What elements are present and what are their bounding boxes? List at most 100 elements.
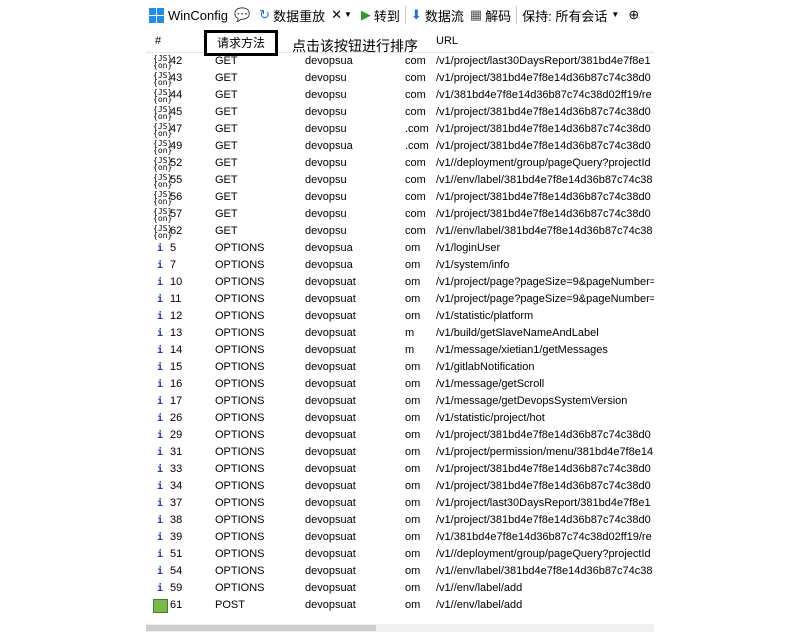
row-number: 52 (170, 157, 183, 169)
row-method: OPTIONS (215, 497, 265, 509)
session-row[interactable]: i 54 OPTIONS devopsuat om/v1//env/label/381b… (146, 563, 654, 580)
session-row[interactable]: i 14 OPTIONS devopsuat m/v1/message/xietian1… (146, 342, 654, 359)
row-number: 13 (170, 327, 183, 339)
row-method: GET (215, 106, 238, 118)
row-method: OPTIONS (215, 259, 265, 271)
row-number: 15 (170, 361, 183, 373)
decode-button[interactable]: ▦ 解码 (467, 4, 514, 26)
row-host-domain: .com (405, 123, 429, 135)
session-row[interactable]: {JS} {on} 43 GET devopsu com/v1/project/381bd… (146, 70, 654, 87)
row-number: 17 (170, 395, 183, 407)
info-icon: i (156, 396, 164, 407)
info-icon: i (156, 379, 164, 390)
session-row[interactable]: i 26 OPTIONS devopsuat om/v1/statistic/proje… (146, 410, 654, 427)
row-url: /v1/project/381bd4e7f8e14d36b87c74c38d0 (436, 480, 651, 492)
replay-label: 数据重放 (273, 8, 326, 24)
row-host-domain: om (405, 378, 421, 390)
json-icon: {JS} {on} (153, 122, 173, 138)
session-row[interactable]: i 34 OPTIONS devopsuat om/v1/project/381bd4e… (146, 478, 654, 495)
row-number: 34 (170, 480, 183, 492)
row-host: devopsua (305, 259, 353, 271)
row-host: devopsua (305, 242, 353, 254)
row-host-domain: om (405, 599, 421, 611)
session-row[interactable]: {JS} {on} 45 GET devopsu com/v1/project/381bd… (146, 104, 654, 121)
info-icon: i (156, 345, 164, 356)
session-row[interactable]: i 29 OPTIONS devopsuat om/v1/project/381bd4e… (146, 427, 654, 444)
row-host: devopsuat (305, 344, 356, 356)
session-row[interactable]: i 39 OPTIONS devopsuat om/v1/381bd4e7f8e14d3… (146, 529, 654, 546)
row-host: devopsuat (305, 480, 356, 492)
session-row[interactable]: {JS} {on} 55 GET devopsu com/v1//env/label/38… (146, 172, 654, 189)
column-header-url[interactable]: URL (436, 30, 458, 52)
post-request-icon (153, 599, 168, 613)
scrollbar-thumb[interactable] (146, 625, 376, 631)
session-row[interactable]: i 33 OPTIONS devopsuat om/v1/project/381bd4e… (146, 461, 654, 478)
row-url: /v1/gitlabNotification (436, 361, 535, 373)
row-url: /v1/project/381bd4e7f8e14d36b87c74c38d0 (436, 191, 651, 203)
row-host-domain: om (405, 310, 421, 322)
row-host: devopsuat (305, 463, 356, 475)
session-row[interactable]: {JS} {on} 56 GET devopsu com/v1/project/381bd… (146, 189, 654, 206)
session-row[interactable]: {JS} {on} 52 GET devopsu com/v1//deployment/g… (146, 155, 654, 172)
stream-button[interactable]: ⬇ 数据流 (408, 4, 467, 26)
session-row[interactable]: i 13 OPTIONS devopsuat m/v1/build/getSlaveNa… (146, 325, 654, 342)
session-row[interactable]: i 37 OPTIONS devopsuat om/v1/project/last30D… (146, 495, 654, 512)
row-host-domain: om (405, 361, 421, 373)
session-row[interactable]: i 51 OPTIONS devopsuat om/v1//deployment/gro… (146, 546, 654, 563)
session-row[interactable]: i 5 OPTIONS devopsua om/v1/loginUser (146, 240, 654, 257)
column-header-method[interactable]: 请求方法 (204, 30, 278, 56)
info-icon: i (156, 549, 164, 560)
remove-button[interactable]: ✕ ▼ (328, 4, 358, 26)
goto-button[interactable]: ▶ 转到 (358, 4, 403, 26)
row-method: OPTIONS (215, 565, 265, 577)
session-row[interactable]: i 16 OPTIONS devopsuat om/v1/message/getScro… (146, 376, 654, 393)
stream-label: 数据流 (424, 8, 464, 24)
session-row[interactable]: i 12 OPTIONS devopsuat om/v1/statistic/platf… (146, 308, 654, 325)
row-url: /v1/project/381bd4e7f8e14d36b87c74c38d0 (436, 208, 651, 220)
remove-label: ✕ (331, 7, 342, 22)
keep-sessions-dropdown[interactable]: 保持: 所有会话 ▼ (519, 4, 625, 26)
row-method: OPTIONS (215, 429, 265, 441)
session-row[interactable]: {JS} {on} 57 GET devopsu com/v1/project/381bd… (146, 206, 654, 223)
info-icon: i (156, 481, 164, 492)
info-icon: i (156, 243, 164, 254)
row-host-domain: com (405, 72, 426, 84)
keep-sessions-label: 保持: 所有会话 (522, 8, 608, 24)
comment-button[interactable]: 💬 (231, 4, 256, 26)
horizontal-scrollbar[interactable] (146, 624, 654, 632)
session-row[interactable]: i 7 OPTIONS devopsua om/v1/system/info (146, 257, 654, 274)
row-method: OPTIONS (215, 310, 265, 322)
row-host-domain: .com (405, 140, 429, 152)
session-row[interactable]: i 59 OPTIONS devopsuat om/v1//env/label/add (146, 580, 654, 597)
session-row[interactable]: {JS} {on} 47 GET devopsu .com/v1/project/381b… (146, 121, 654, 138)
dropdown-arrow-icon: ▼ (343, 10, 352, 19)
info-icon: i (156, 464, 164, 475)
row-host: devopsuat (305, 565, 356, 577)
session-row[interactable]: {JS} {on} 49 GET devopsua .com/v1/project/381… (146, 138, 654, 155)
row-host: devopsuat (305, 497, 356, 509)
replay-button[interactable]: ↻ 数据重放 (256, 4, 328, 26)
session-row[interactable]: i 38 OPTIONS devopsuat om/v1/project/381bd4e… (146, 512, 654, 529)
row-number: 7 (170, 259, 177, 271)
row-method: GET (215, 72, 238, 84)
session-list: {JS} {on} 42 GET devopsua com/v1/project/last… (146, 53, 654, 614)
session-row[interactable]: i 10 OPTIONS devopsuat om/v1/project/page?pa… (146, 274, 654, 291)
session-row[interactable]: 61 POST devopsuat om/v1//env/label/add (146, 597, 654, 614)
session-row[interactable]: i 31 OPTIONS devopsuat om/v1/project/permiss… (146, 444, 654, 461)
session-row[interactable]: {JS} {on} 44 GET devopsu com/v1/381bd4e7f8e14… (146, 87, 654, 104)
session-row[interactable]: i 15 OPTIONS devopsuat om/v1/gitlabNotificat… (146, 359, 654, 376)
winconfig-button[interactable]: WinConfig (146, 4, 231, 26)
session-row[interactable]: i 17 OPTIONS devopsuat om/v1/message/getDevo… (146, 393, 654, 410)
row-host: devopsuat (305, 548, 356, 560)
row-host-domain: m (405, 344, 415, 356)
session-row[interactable]: i 11 OPTIONS devopsuat om/v1/project/page?pa… (146, 291, 654, 308)
session-row[interactable]: {JS} {on} 62 GET devopsu com/v1//env/label/38… (146, 223, 654, 240)
row-number: 59 (170, 582, 183, 594)
replay-icon: ↻ (259, 7, 271, 22)
process-filter-button[interactable]: ⊕ (625, 4, 645, 26)
row-host: devopsuat (305, 276, 356, 288)
row-host: devopsu (305, 208, 347, 220)
row-url: /v1//deployment/group/pageQuery?projectI… (436, 157, 651, 169)
row-number: 10 (170, 276, 183, 288)
column-header-num[interactable]: # (155, 30, 161, 52)
